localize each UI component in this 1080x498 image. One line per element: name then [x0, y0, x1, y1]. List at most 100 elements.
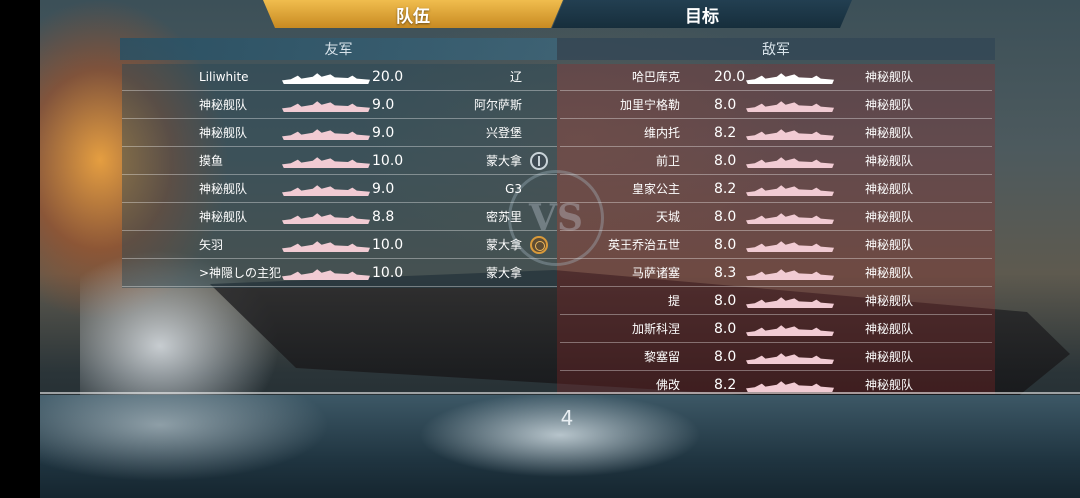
ally-ship-name: 蒙大拿 — [485, 238, 522, 252]
ally-ship-name: G3 — [505, 182, 522, 196]
ship-silhouette-icon — [746, 325, 834, 336]
ship-silhouette-icon — [746, 101, 834, 112]
enemy-row[interactable]: 皇家公主 8.2 神秘舰队 — [560, 176, 992, 203]
enemy-row[interactable]: 哈巴库克 20.0 神秘舰队 — [560, 64, 992, 91]
enemy-score: 8.0 — [714, 293, 737, 309]
enemy-row[interactable]: 马萨诸塞 8.3 神秘舰队 — [560, 260, 992, 287]
ally-score: 9.0 — [372, 97, 395, 113]
ally-score: 10.0 — [372, 265, 404, 281]
ship-silhouette-icon — [282, 129, 370, 140]
ally-row[interactable]: Liliwhite 20.0 辽 — [122, 64, 557, 91]
enemy-ship-name: 黎塞留 — [643, 350, 680, 364]
ship-silhouette-icon — [746, 73, 834, 84]
ship-silhouette-icon — [746, 157, 834, 168]
enemy-player-name: 神秘舰队 — [865, 70, 914, 84]
ally-player-name: 摸鱼 — [199, 154, 224, 168]
ship-silhouette-icon — [746, 241, 834, 252]
ally-ship-name: 密苏里 — [485, 210, 522, 224]
ship-silhouette-icon — [746, 129, 834, 140]
ship-silhouette-icon — [282, 269, 370, 280]
ship-silhouette-icon — [282, 185, 370, 196]
enemy-score: 8.0 — [714, 97, 737, 113]
enemy-score: 8.2 — [714, 125, 737, 141]
ally-ship-name: 兴登堡 — [485, 126, 522, 140]
ally-ship-name: 蒙大拿 — [485, 266, 522, 280]
enemy-score: 8.0 — [714, 237, 737, 253]
ally-score: 20.0 — [372, 69, 404, 85]
enemy-row[interactable]: 维内托 8.2 神秘舰队 — [560, 120, 992, 147]
enemy-row[interactable]: 天城 8.0 神秘舰队 — [560, 204, 992, 231]
ship-silhouette-icon — [282, 213, 370, 224]
ally-ship-name: 蒙大拿 — [485, 154, 522, 168]
enemy-row[interactable]: 提 8.0 神秘舰队 — [560, 288, 992, 315]
helm-icon — [530, 236, 548, 254]
ally-player-name: 矢羽 — [199, 238, 224, 252]
ally-row[interactable]: 摸鱼 10.0 蒙大拿 — [122, 148, 557, 175]
enemy-ship-name: 加斯科涅 — [631, 322, 680, 336]
enemy-player-name: 神秘舰队 — [865, 210, 914, 224]
enemy-ship-name: 皇家公主 — [631, 182, 680, 196]
ally-row[interactable]: 神秘舰队 9.0 阿尔萨斯 — [122, 92, 557, 119]
compass-icon — [530, 152, 548, 170]
ship-silhouette-icon — [282, 241, 370, 252]
enemy-ship-name: 哈巴库克 — [631, 70, 680, 84]
enemy-score: 8.0 — [714, 349, 737, 365]
enemy-score: 8.2 — [714, 377, 737, 393]
enemy-player-name: 神秘舰队 — [865, 294, 914, 308]
ally-row[interactable]: 神秘舰队 9.0 兴登堡 — [122, 120, 557, 147]
ship-silhouette-icon — [746, 185, 834, 196]
enemy-player-name: 神秘舰队 — [865, 154, 914, 168]
enemy-row[interactable]: 加里宁格勒 8.0 神秘舰队 — [560, 92, 992, 119]
enemy-ship-name: 英王乔治五世 — [607, 238, 680, 252]
enemy-ship-name: 前卫 — [655, 154, 680, 168]
ally-player-name: Liliwhite — [199, 70, 249, 84]
ship-silhouette-icon — [282, 73, 370, 84]
ship-silhouette-icon — [282, 101, 370, 112]
enemy-row[interactable]: 英王乔治五世 8.0 神秘舰队 — [560, 232, 992, 259]
ally-row[interactable]: 矢羽 10.0 蒙大拿 — [122, 232, 557, 259]
ally-player-name: 神秘舰队 — [199, 126, 248, 140]
ship-silhouette-icon — [282, 157, 370, 168]
enemy-score: 8.0 — [714, 153, 737, 169]
ship-silhouette-icon — [746, 353, 834, 364]
ally-player-name: >神隠しの主犯 — [199, 266, 282, 280]
tab-target[interactable]: 目标 — [552, 0, 852, 28]
enemy-player-name: 神秘舰队 — [865, 266, 914, 280]
ally-player-name: 神秘舰队 — [199, 210, 248, 224]
ship-silhouette-icon — [746, 381, 834, 392]
ally-score: 10.0 — [372, 153, 404, 169]
enemy-ship-name: 提 — [667, 294, 680, 308]
enemy-row[interactable]: 加斯科涅 8.0 神秘舰队 — [560, 316, 992, 343]
ally-row[interactable]: 神秘舰队 9.0 G3 — [122, 176, 557, 203]
enemy-row[interactable]: 前卫 8.0 神秘舰队 — [560, 148, 992, 175]
ally-player-name: 神秘舰队 — [199, 98, 248, 112]
enemy-player-name: 神秘舰队 — [865, 350, 914, 364]
ally-player-name: 神秘舰队 — [199, 182, 248, 196]
ally-score: 8.8 — [372, 209, 395, 225]
tab-team[interactable]: 队伍 — [263, 0, 563, 28]
ally-ship-name: 阿尔萨斯 — [473, 98, 522, 112]
enemy-player-name: 神秘舰队 — [865, 378, 914, 392]
ally-row[interactable]: >神隠しの主犯 10.0 蒙大拿 — [122, 260, 557, 287]
enemy-score: 8.2 — [714, 181, 737, 197]
enemy-header: 敌军 — [557, 38, 995, 60]
enemy-ship-name: 维内托 — [643, 126, 680, 140]
ship-silhouette-icon — [746, 269, 834, 280]
enemy-player-name: 神秘舰队 — [865, 182, 914, 196]
ally-score: 10.0 — [372, 237, 404, 253]
enemy-row[interactable]: 黎塞留 8.0 神秘舰队 — [560, 344, 992, 371]
ally-score: 9.0 — [372, 125, 395, 141]
page-number: 4 — [560, 406, 574, 430]
ally-row[interactable]: 神秘舰队 8.8 密苏里 — [122, 204, 557, 231]
enemy-ship-name: 加里宁格勒 — [619, 98, 680, 112]
enemy-ship-name: 天城 — [655, 210, 680, 224]
ship-silhouette-icon — [746, 213, 834, 224]
ally-ship-name: 辽 — [509, 70, 522, 84]
enemy-score: 8.0 — [714, 321, 737, 337]
ally-score: 9.0 — [372, 181, 395, 197]
enemy-player-name: 神秘舰队 — [865, 322, 914, 336]
enemy-ship-name: 佛改 — [655, 378, 680, 392]
ship-silhouette-icon — [746, 297, 834, 308]
enemy-row[interactable]: 佛改 8.2 神秘舰队 — [560, 372, 992, 398]
enemy-score: 8.0 — [714, 209, 737, 225]
